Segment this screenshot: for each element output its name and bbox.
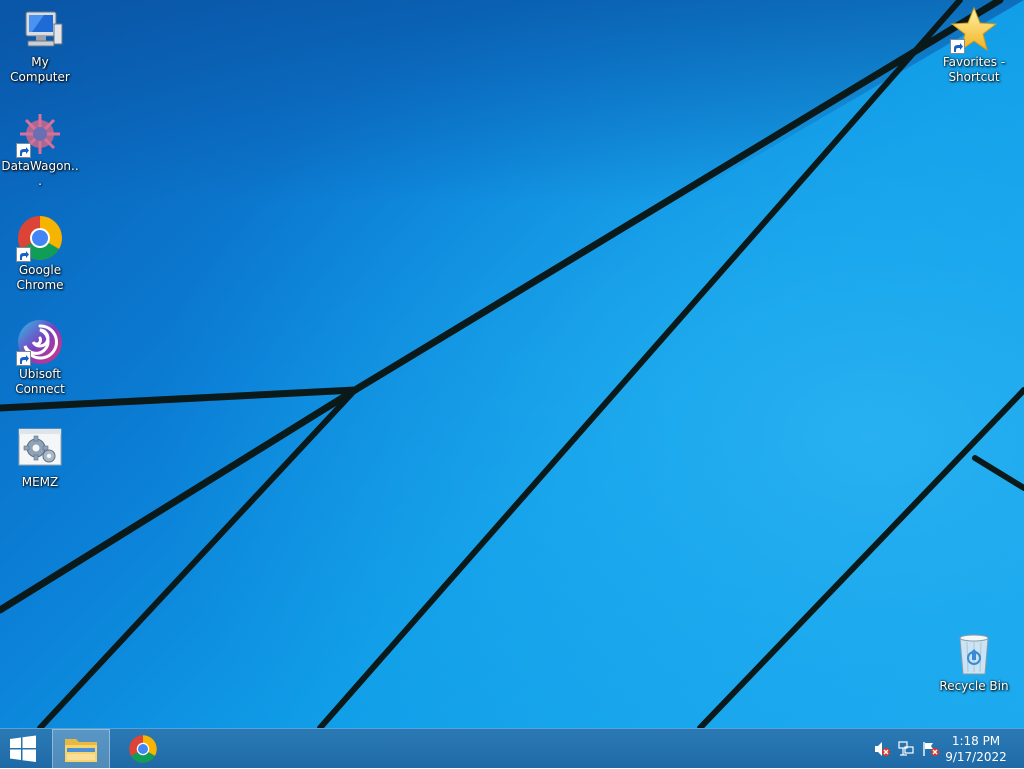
icon-label: MEMZ <box>21 475 59 489</box>
recycle-bin-icon <box>950 630 998 678</box>
ubisoft-icon <box>16 318 64 366</box>
desktop-icon-ubisoft-connect[interactable]: Ubisoft Connect <box>0 318 80 397</box>
shortcut-arrow-icon <box>950 39 965 54</box>
network-error-icon[interactable] <box>898 741 916 757</box>
datawagon-icon <box>16 110 64 158</box>
file-explorer-icon <box>65 739 97 762</box>
icon-label: Google Chrome <box>16 263 64 292</box>
icon-label: Ubisoft Connect <box>15 367 65 396</box>
clock-date: 9/17/2022 <box>945 750 1007 764</box>
desktop-icon-recycle-bin[interactable]: Recycle Bin <box>934 630 1014 694</box>
icon-label: DataWagon... <box>1 159 79 188</box>
icon-label: Favorites - Shortcut <box>942 55 1006 84</box>
desktop-icon-memz[interactable]: MEMZ <box>0 426 80 490</box>
icon-label: My Computer <box>10 55 70 84</box>
shortcut-arrow-icon <box>16 351 31 366</box>
wallpaper <box>0 0 1024 728</box>
action-center-flag-icon[interactable] <box>922 741 940 757</box>
chrome-icon <box>16 214 64 262</box>
desktop-icon-google-chrome[interactable]: Google Chrome <box>0 214 80 293</box>
computer-icon <box>16 6 64 54</box>
taskbar-chrome-button[interactable] <box>114 729 172 769</box>
desktop-icon-datawagon[interactable]: DataWagon... <box>0 110 80 189</box>
start-button[interactable] <box>0 729 46 769</box>
speaker-muted-icon[interactable] <box>873 741 891 757</box>
taskbar-clock[interactable]: 1:18 PM 9/17/2022 <box>940 733 1012 765</box>
settings-app-icon <box>16 426 64 474</box>
clock-time: 1:18 PM <box>951 734 1001 748</box>
desktop[interactable]: My Computer DataWagon... Google Chrome U… <box>0 0 1024 728</box>
chrome-icon <box>129 735 157 763</box>
desktop-icon-my-computer[interactable]: My Computer <box>0 6 80 85</box>
star-icon <box>950 6 998 54</box>
shortcut-arrow-icon <box>16 247 31 262</box>
shortcut-arrow-icon <box>16 143 31 158</box>
windows-logo-icon <box>10 735 36 762</box>
desktop-icon-favorites-shortcut[interactable]: Favorites - Shortcut <box>934 6 1014 85</box>
taskbar: 1:18 PM 9/17/2022 <box>0 728 1024 769</box>
taskbar-file-explorer-button[interactable] <box>52 729 110 769</box>
icon-label: Recycle Bin <box>939 679 1009 693</box>
